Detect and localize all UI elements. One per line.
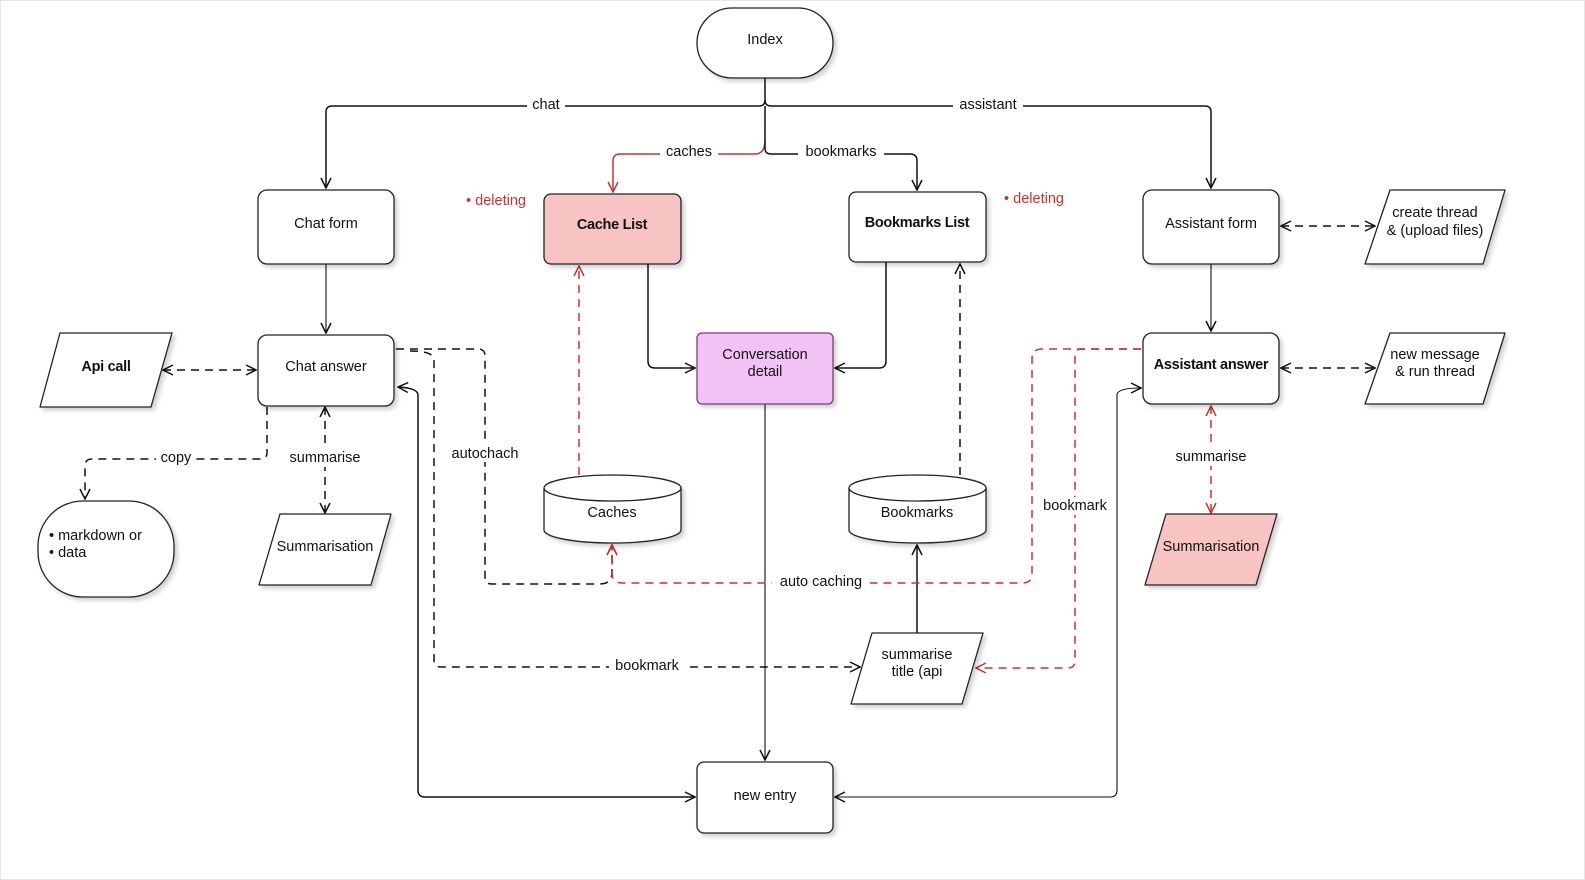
node-summarisation-right-label: Summarisation (1163, 539, 1260, 555)
node-cache-list[interactable]: Cache List (543, 193, 682, 265)
node-create-thread[interactable]: create thread & (upload files) (1364, 189, 1506, 265)
note-deleting-left: • deleting (466, 193, 526, 209)
node-bookmarks[interactable]: Bookmarks (848, 474, 987, 544)
node-summarisation-left[interactable]: Summarisation (258, 513, 392, 586)
node-new-entry-label: new entry (734, 788, 798, 804)
node-index[interactable]: Index (696, 7, 834, 79)
node-chat-form[interactable]: Chat form (257, 189, 395, 265)
node-caches-label: Caches (587, 505, 636, 521)
node-new-message-line2: & run thread (1395, 364, 1475, 380)
node-summarise-title[interactable]: summarise title (api (850, 632, 984, 705)
label-copy: copy (161, 450, 192, 466)
label-assistant: assistant (959, 97, 1016, 113)
node-chat-form-label: Chat form (294, 216, 358, 232)
node-caches[interactable]: Caches (543, 474, 682, 544)
node-bookmarks-list[interactable]: Bookmarks List (848, 191, 987, 263)
node-new-message-line1: new message (1390, 347, 1479, 363)
node-summarise-title-line1: summarise (882, 647, 953, 663)
node-api-call-label: Api call (81, 359, 130, 375)
node-index-label: Index (747, 32, 783, 48)
note-deleting-right: • deleting (1004, 191, 1064, 207)
node-summarisation-left-label: Summarisation (277, 539, 374, 555)
node-bookmarks-label: Bookmarks (881, 505, 954, 521)
node-chat-answer[interactable]: Chat answer (257, 334, 395, 407)
node-conversation-detail[interactable]: Conversation detail (696, 332, 834, 405)
label-summarise-left: summarise (290, 450, 361, 466)
node-create-thread-line1: create thread (1392, 205, 1477, 221)
node-bookmarks-list-label: Bookmarks List (865, 215, 970, 231)
node-cache-list-label: Cache List (577, 217, 648, 233)
label-bookmark-bottom: bookmark (615, 658, 679, 674)
node-chat-answer-label: Chat answer (285, 359, 367, 375)
node-markdown[interactable]: • markdown or • data (37, 500, 175, 598)
label-summarise-right: summarise (1176, 449, 1247, 465)
label-auto-caching: auto caching (780, 574, 862, 590)
node-summarisation-right[interactable]: Summarisation (1144, 513, 1278, 586)
node-create-thread-line2: & (upload files) (1387, 223, 1484, 239)
label-bookmark-right: bookmark (1043, 498, 1107, 514)
label-autochach: autochach (452, 446, 519, 462)
node-assistant-answer[interactable]: Assistant answer (1142, 332, 1280, 405)
node-conversation-detail-line1: Conversation (722, 347, 807, 363)
node-new-entry[interactable]: new entry (696, 761, 834, 834)
flow-diagram: chat assistant caches bookmarks copy sum… (0, 0, 1585, 880)
node-new-message[interactable]: new message & run thread (1364, 332, 1506, 405)
label-caches: caches (666, 144, 712, 160)
node-assistant-form[interactable]: Assistant form (1142, 189, 1280, 265)
node-api-call[interactable]: Api call (39, 332, 173, 408)
node-conversation-detail-line2: detail (748, 364, 783, 380)
label-bookmarks: bookmarks (806, 144, 877, 160)
node-assistant-answer-label: Assistant answer (1154, 357, 1269, 373)
node-assistant-form-label: Assistant form (1165, 216, 1257, 232)
node-markdown-line1: • markdown or (49, 528, 142, 544)
node-summarise-title-line2: title (api (892, 664, 943, 680)
label-chat: chat (532, 97, 559, 113)
node-markdown-line2: • data (49, 545, 87, 561)
